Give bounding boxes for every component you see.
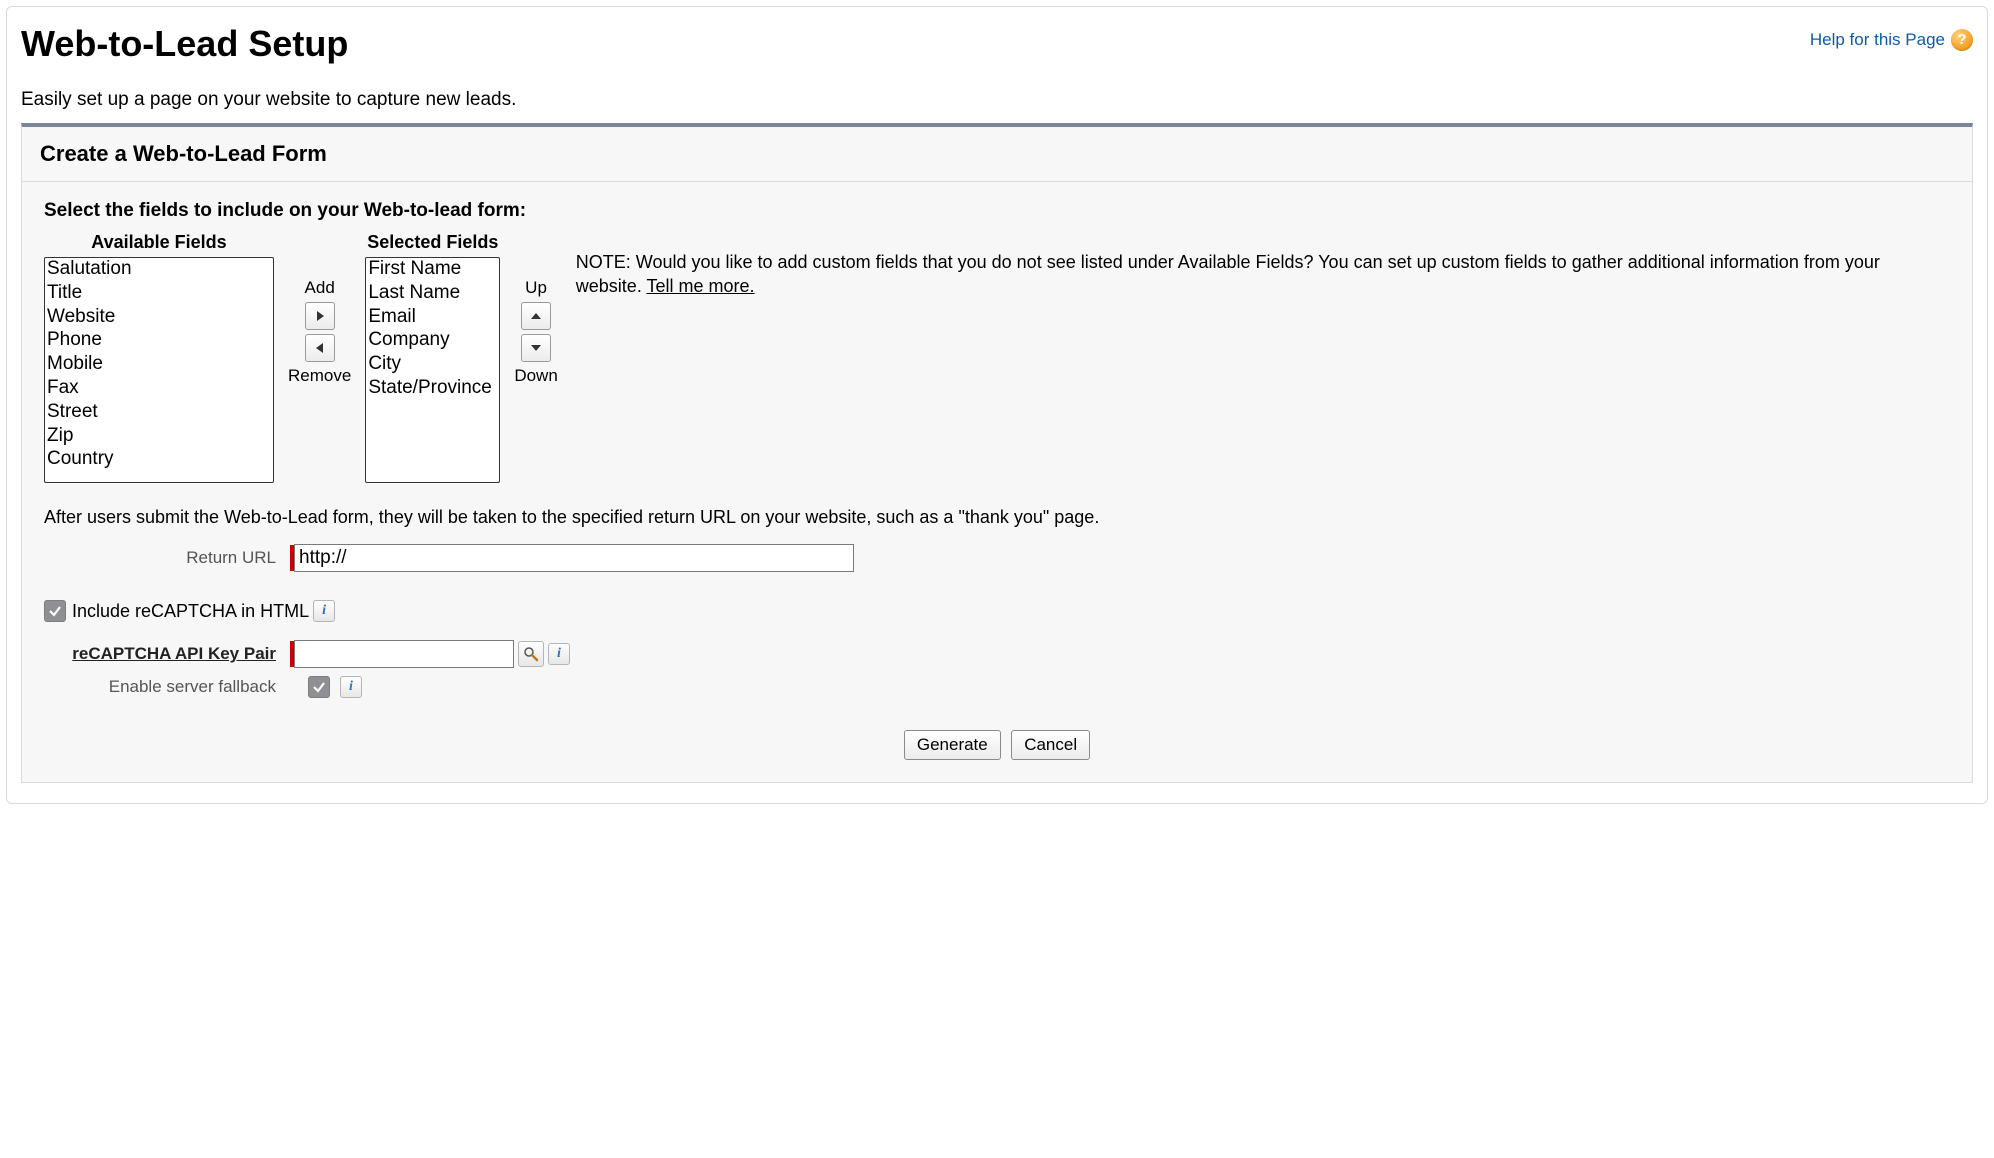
include-recaptcha-checkbox[interactable] bbox=[44, 600, 66, 622]
selected-field-option[interactable]: Company bbox=[366, 329, 499, 353]
add-button[interactable] bbox=[305, 302, 335, 330]
triangle-up-icon bbox=[530, 311, 542, 321]
tell-me-more-link[interactable]: Tell me more. bbox=[647, 276, 755, 296]
up-down-column: Up Down bbox=[514, 232, 557, 388]
move-down-button[interactable] bbox=[521, 334, 551, 362]
remove-button[interactable] bbox=[305, 334, 335, 362]
remove-label: Remove bbox=[288, 366, 351, 386]
footer-buttons: Generate Cancel bbox=[44, 730, 1950, 760]
available-field-option[interactable]: Street bbox=[45, 401, 273, 425]
lookup-icon bbox=[523, 646, 539, 662]
selected-header: Selected Fields bbox=[365, 232, 500, 253]
available-field-option[interactable]: Phone bbox=[45, 329, 273, 353]
server-fallback-checkbox[interactable] bbox=[308, 676, 330, 698]
recaptcha-api-input[interactable] bbox=[294, 640, 514, 668]
checkmark-icon bbox=[312, 680, 326, 694]
custom-fields-note: NOTE: Would you like to add custom field… bbox=[572, 232, 1950, 299]
available-field-option[interactable]: Title bbox=[45, 282, 273, 306]
move-up-button[interactable] bbox=[521, 302, 551, 330]
field-picker: Available Fields SalutationTitleWebsiteP… bbox=[44, 232, 1950, 483]
recaptcha-api-label: reCAPTCHA API Key Pair bbox=[44, 644, 290, 664]
selected-field-option[interactable]: First Name bbox=[366, 258, 499, 282]
selected-field-option[interactable]: State/Province bbox=[366, 377, 499, 401]
include-recaptcha-label: Include reCAPTCHA in HTML bbox=[72, 601, 309, 622]
page-container: Web-to-Lead Setup Help for this Page ? E… bbox=[6, 6, 1988, 804]
triangle-down-icon bbox=[530, 343, 542, 353]
server-fallback-row: Enable server fallback i bbox=[44, 676, 1950, 698]
server-fallback-label: Enable server fallback bbox=[44, 677, 290, 697]
page-title: Web-to-Lead Setup bbox=[21, 23, 348, 65]
available-field-option[interactable]: Website bbox=[45, 306, 273, 330]
page-header: Web-to-Lead Setup Help for this Page ? bbox=[21, 21, 1973, 71]
generate-button[interactable]: Generate bbox=[904, 730, 1001, 760]
include-recaptcha-info-icon[interactable]: i bbox=[313, 600, 335, 622]
field-select-instruction: Select the fields to include on your Web… bbox=[44, 200, 1950, 222]
form-panel: Create a Web-to-Lead Form Select the fie… bbox=[21, 123, 1973, 783]
page-subtitle: Easily set up a page on your website to … bbox=[21, 89, 1973, 111]
available-field-option[interactable]: Country bbox=[45, 448, 273, 472]
note-text: NOTE: Would you like to add custom field… bbox=[576, 252, 1880, 296]
panel-title: Create a Web-to-Lead Form bbox=[22, 127, 1972, 182]
selected-field-option[interactable]: Last Name bbox=[366, 282, 499, 306]
server-fallback-info-icon[interactable]: i bbox=[340, 676, 362, 698]
recaptcha-api-lookup-button[interactable] bbox=[518, 641, 544, 667]
return-url-input[interactable] bbox=[294, 544, 854, 572]
return-url-row: Return URL bbox=[44, 544, 1950, 572]
return-url-label: Return URL bbox=[44, 548, 290, 568]
checkmark-icon bbox=[48, 604, 62, 618]
down-label: Down bbox=[514, 366, 557, 386]
help-link-container: Help for this Page ? bbox=[1810, 29, 1973, 51]
triangle-left-icon bbox=[315, 342, 325, 354]
help-link[interactable]: Help for this Page bbox=[1810, 30, 1945, 50]
up-label: Up bbox=[514, 278, 557, 298]
selected-field-option[interactable]: Email bbox=[366, 306, 499, 330]
selected-field-option[interactable]: City bbox=[366, 353, 499, 377]
add-remove-column: Add Remove bbox=[288, 232, 351, 388]
recaptcha-api-row: reCAPTCHA API Key Pair i bbox=[44, 640, 1950, 668]
panel-body: Select the fields to include on your Web… bbox=[22, 182, 1972, 782]
include-recaptcha-row: Include reCAPTCHA in HTML i bbox=[44, 600, 1950, 622]
selected-column: Selected Fields First NameLast NameEmail… bbox=[365, 232, 500, 483]
return-url-description: After users submit the Web-to-Lead form,… bbox=[44, 507, 1950, 528]
available-field-option[interactable]: Fax bbox=[45, 377, 273, 401]
available-header: Available Fields bbox=[44, 232, 274, 253]
available-field-option[interactable]: Salutation bbox=[45, 258, 273, 282]
available-field-option[interactable]: Mobile bbox=[45, 353, 273, 377]
triangle-right-icon bbox=[315, 310, 325, 322]
available-column: Available Fields SalutationTitleWebsiteP… bbox=[44, 232, 274, 483]
available-field-option[interactable]: Zip bbox=[45, 425, 273, 449]
available-fields-list[interactable]: SalutationTitleWebsitePhoneMobileFaxStre… bbox=[44, 257, 274, 483]
selected-fields-list[interactable]: First NameLast NameEmailCompanyCityState… bbox=[365, 257, 500, 483]
cancel-button[interactable]: Cancel bbox=[1011, 730, 1090, 760]
help-icon[interactable]: ? bbox=[1951, 29, 1973, 51]
recaptcha-api-info-icon[interactable]: i bbox=[548, 643, 570, 665]
add-label: Add bbox=[288, 278, 351, 298]
